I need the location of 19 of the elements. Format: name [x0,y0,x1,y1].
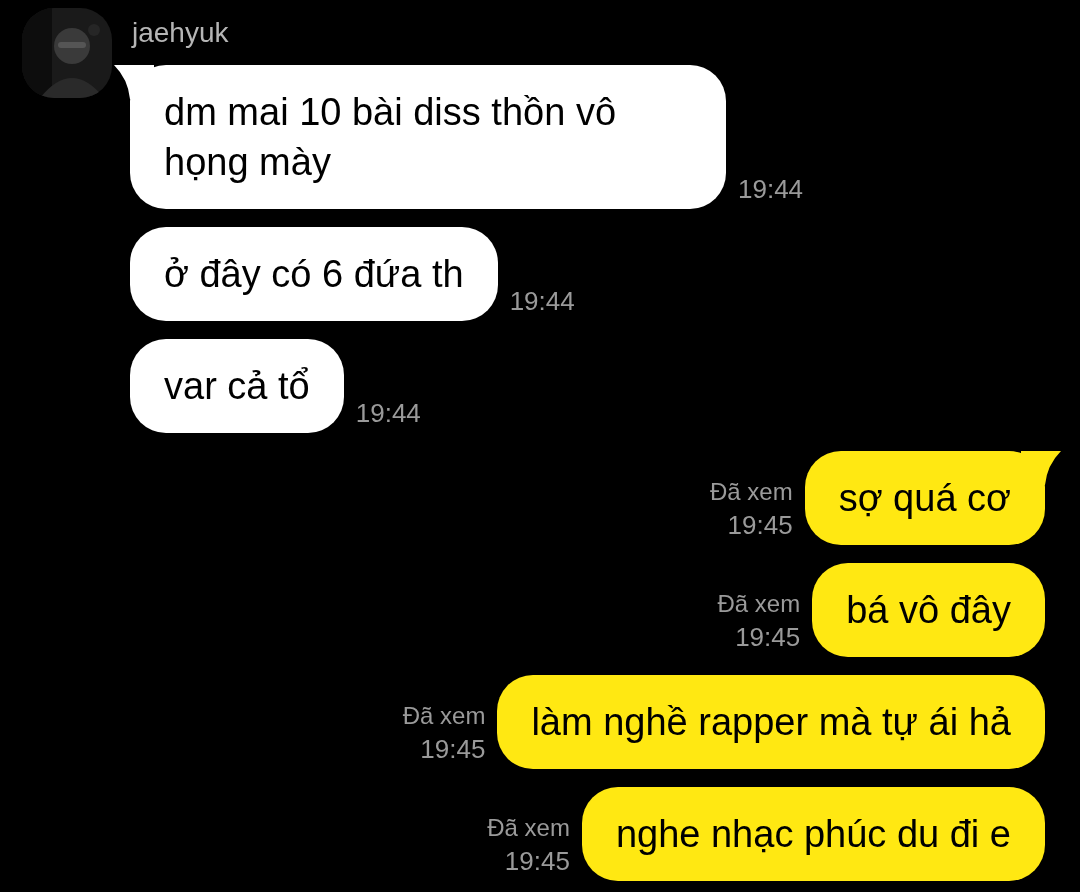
message-bubble: var cả tổ [130,339,344,433]
message-time: 19:45 [735,621,801,654]
message-bubble: sợ quá cơ [804,451,1045,545]
message-bubble: dm mai 10 bài diss thồn vô họng mày [130,65,726,209]
message-time: 19:44 [509,285,575,318]
message-time: 19:45 [727,509,793,542]
read-status: Đã xem [709,477,793,507]
read-status: Đã xem [717,589,801,619]
message-bubble: nghe nhạc phúc du đi e [581,787,1045,881]
message-time: 19:45 [420,733,486,766]
message-bubble: ở đây có 6 đứa th [130,227,498,321]
read-status: Đã xem [487,813,570,843]
message-time: 19:44 [355,397,421,430]
message-time: 19:45 [504,845,570,878]
read-status: Đã xem [402,701,486,731]
contact-name: jaehyuk [132,16,229,50]
message-bubble: bá vô đây [812,563,1045,657]
message-time: 19:44 [738,173,804,206]
message-bubble: làm nghề rapper mà tự ái hả [497,675,1045,769]
